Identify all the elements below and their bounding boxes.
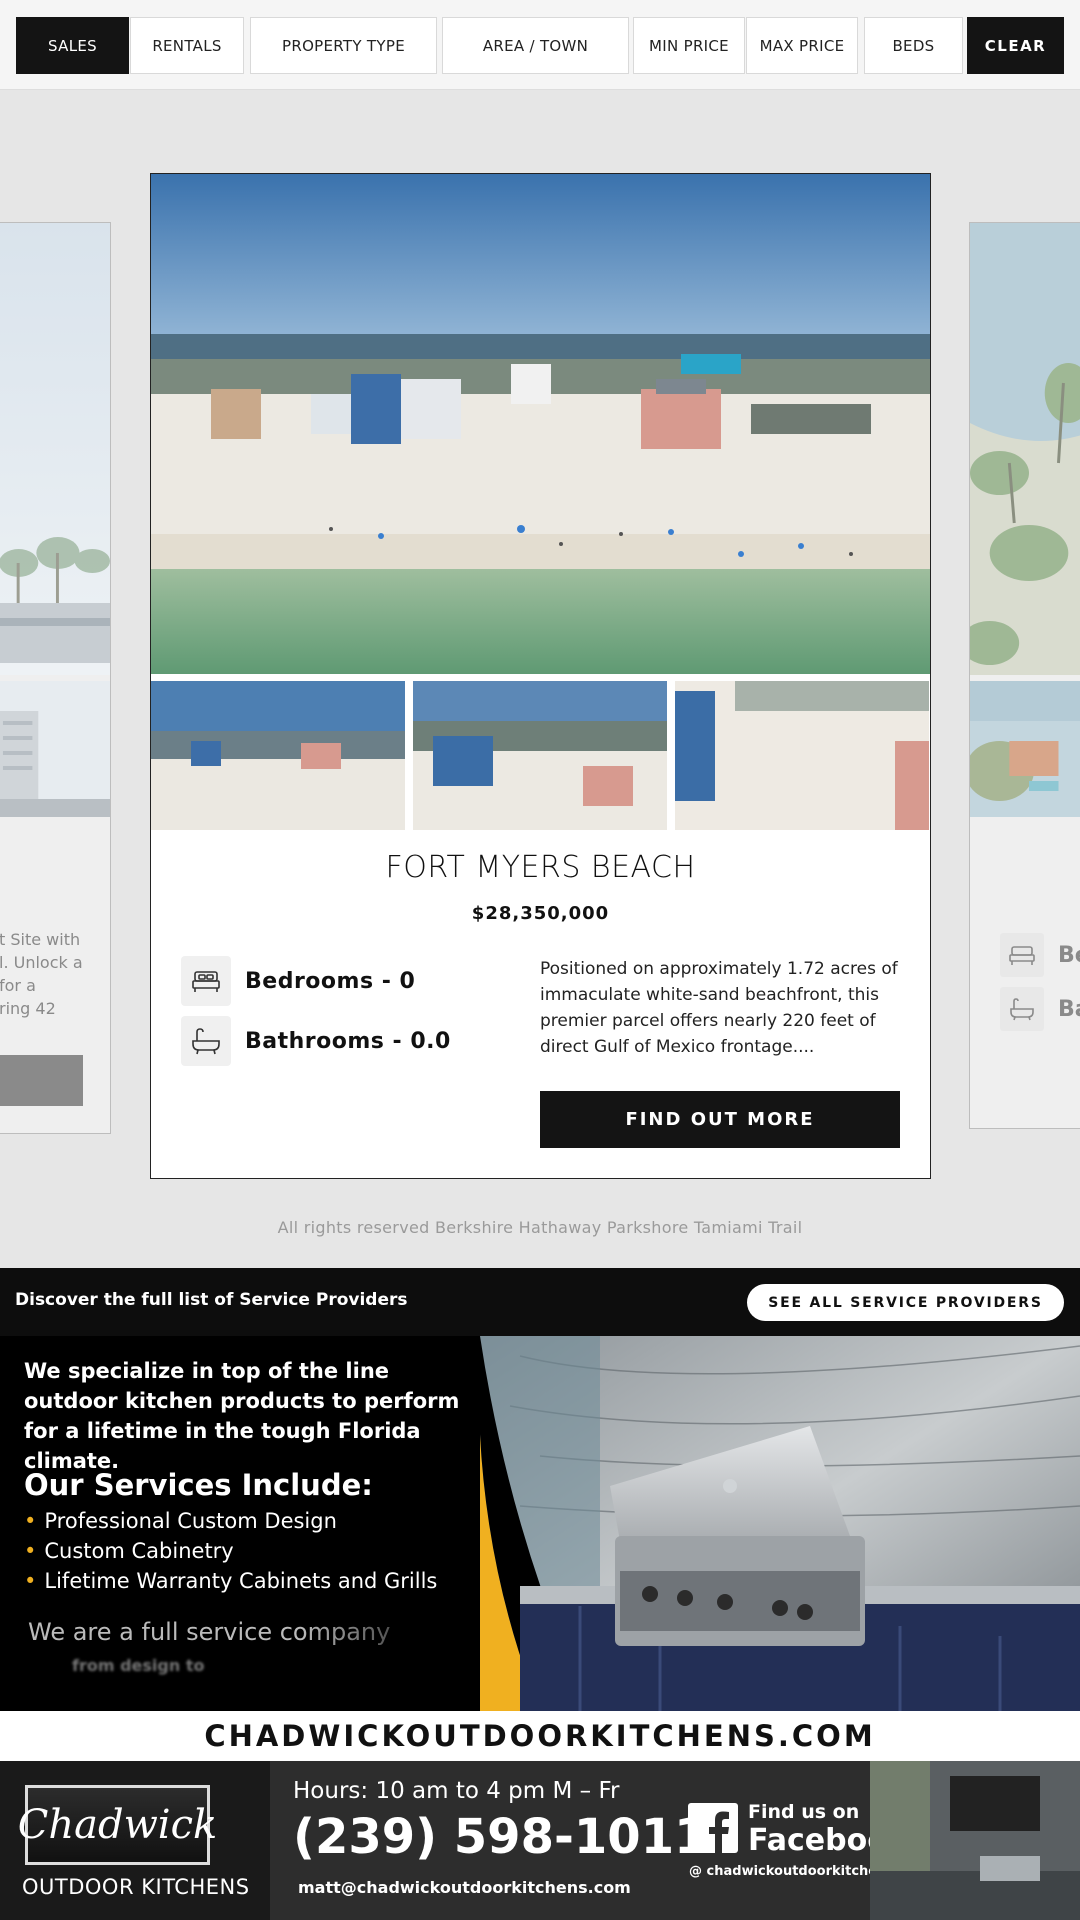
bathtub-icon [1000,987,1044,1031]
contact-email[interactable]: matt@chadwickoutdoorkitchens.com [298,1878,631,1897]
phone-number[interactable]: (239) 598-1011 [293,1809,708,1865]
previous-listing-desc-line-4: ring 42 [0,999,56,1018]
outdoor-kitchen-photo [480,1336,1080,1711]
ad-services-list: Professional Custom Design Custom Cabine… [24,1506,437,1596]
bathrooms-label: Bathrooms - 0.0 [245,1028,451,1054]
chadwick-logo: Chadwick [18,1785,217,1865]
bathtub-icon [181,1016,231,1066]
filter-bar: SALES RENTALS PROPERTY TYPE AREA / TOWN … [0,0,1080,90]
logo-subtitle: OUTDOOR KITCHENS [22,1875,250,1899]
logo-script-text: Chadwick [17,1802,218,1848]
previous-listing-desc-line-3: for a [0,976,36,995]
ad-service-item: Custom Cabinetry [24,1536,437,1566]
listing-price: $28,350,000 [471,903,610,924]
bed-icon [181,956,231,1006]
next-listing-bathrooms-label: Ba [1058,996,1080,1022]
ad-services-heading: Our Services Include: [24,1468,373,1502]
previous-listing-button[interactable] [0,1055,83,1106]
find-out-more-button[interactable]: FIND OUT MORE [540,1091,900,1148]
ad-contact-footer: Chadwick OUTDOOR KITCHENS Hours: 10 am t… [0,1761,1080,1920]
ad-text-fade [300,1606,460,1696]
beds-filter[interactable]: BEDS [864,17,963,74]
sales-filter-button[interactable]: SALES [16,17,129,74]
service-providers-text: Discover the full list of Service Provid… [15,1290,408,1310]
listing-thumbnail-3[interactable] [675,681,929,830]
ad-service-item: Professional Custom Design [24,1506,437,1536]
service-providers-banner: Discover the full list of Service Provid… [0,1268,1080,1336]
listing-title: FORT MYERS BEACH [385,850,696,885]
max-price-filter[interactable]: MAX PRICE [746,17,858,74]
footer-rights-text: All rights reserved Berkshire Hathaway P… [277,1218,803,1237]
chadwick-ad-banner[interactable]: We specialize in top of the line outdoor… [0,1336,1080,1711]
ad-service-item: Lifetime Warranty Cabinets and Grills [24,1566,437,1596]
area-town-filter[interactable]: AREA / TOWN [442,17,629,74]
previous-listing-desc-line-1: t Site with [0,930,81,949]
previous-listing-desc-line-2: l. Unlock a [0,953,83,972]
next-listing-bedrooms-label: Be [1058,942,1080,968]
ad-lead-text: We specialize in top of the line outdoor… [24,1359,460,1473]
kitchen-interior-photo [870,1761,1080,1920]
listing-thumbnail-2[interactable] [413,681,667,830]
listing-hero-photo[interactable] [151,174,930,674]
next-listing-photo [970,223,1080,675]
next-listing-bathrooms: Ba [1000,987,1080,1031]
next-listing-bedrooms: Be [1000,933,1080,977]
facebook-handle[interactable]: @ chadwickoutdoorkitchens [689,1864,894,1879]
listing-description: Positioned on approximately 1.72 acres o… [540,959,898,1057]
business-hours: Hours: 10 am to 4 pm M – Fr [293,1778,620,1804]
chadwick-logo-panel: Chadwick OUTDOOR KITCHENS [0,1761,270,1920]
bathrooms-feature: Bathrooms - 0.0 [181,1016,451,1066]
clear-filters-button[interactable]: CLEAR [967,17,1064,74]
facebook-icon[interactable] [688,1803,738,1853]
see-all-service-providers-button[interactable]: SEE ALL SERVICE PROVIDERS [747,1284,1064,1321]
rentals-filter-button[interactable]: RENTALS [130,17,244,74]
bed-icon [1000,933,1044,977]
bedrooms-feature: Bedrooms - 0 [181,956,415,1006]
previous-listing-photo [0,223,110,675]
bedrooms-label: Bedrooms - 0 [245,968,416,994]
previous-listing-card[interactable]: t Site with l. Unlock a for a ring 42 [0,222,111,1134]
facebook-find-us: Find us on [748,1801,860,1823]
listing-card: FORT MYERS BEACH $28,350,000 Bedrooms - … [150,173,931,1179]
next-listing-card[interactable]: Be Ba [969,222,1080,1129]
property-type-filter[interactable]: PROPERTY TYPE [250,17,437,74]
previous-listing-thumbnail [0,681,110,817]
ad-website-link[interactable]: CHADWICKOUTDOORKITCHENS.COM [0,1711,1080,1761]
next-listing-thumbnail [970,681,1080,817]
min-price-filter[interactable]: MIN PRICE [633,17,745,74]
ad-tagline-continued: from design to [72,1656,205,1675]
listing-thumbnail-1[interactable] [151,681,405,830]
